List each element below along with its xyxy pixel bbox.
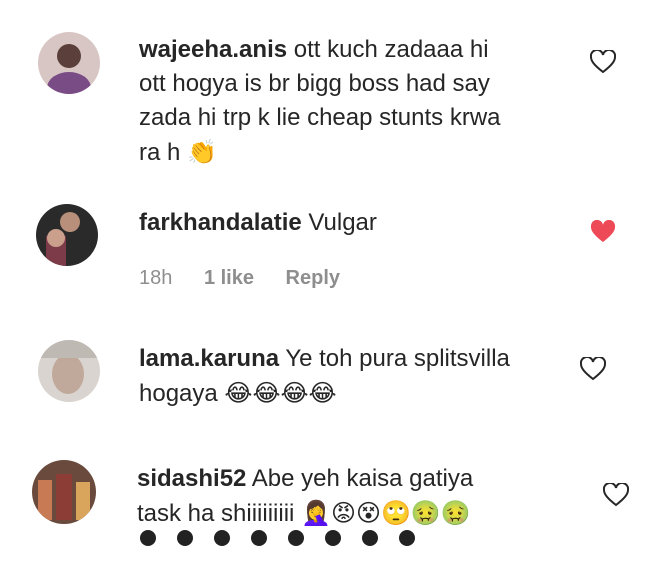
avatar-image [38,32,100,94]
like-heart-icon[interactable] [580,357,606,381]
comment-time: 18h [139,267,173,289]
avatar-image [32,460,96,524]
comment-body: wajeeha.anis ott kuch zadaaa hi ott hogy… [139,33,579,170]
comment-username[interactable]: sidashi52 [137,465,246,492]
comment-text-line2: task ha shiiiiiiiii [137,500,295,527]
comment-text: Abe yeh kaisa gatiya [251,465,474,492]
like-heart-icon[interactable] [590,220,616,244]
comment-text: Ye toh pura splitsvilla [285,345,510,372]
comment-text: Vulgar [308,209,377,236]
comment-text-line2: ott hogya is br bigg boss had say [139,70,490,97]
comment-item: lama.karuna Ye toh pura splitsvilla hoga… [0,320,670,450]
comment-text-line2: hogaya [139,380,218,407]
clapping-emoji: 👏 [187,138,217,166]
comment-item: wajeeha.anis ott kuch zadaaa hi ott hogy… [0,0,670,190]
like-heart-icon[interactable] [603,483,629,507]
comment-body: farkhandalatie Vulgar [139,206,579,240]
reply-button[interactable]: Reply [286,267,340,289]
avatar[interactable] [36,204,98,266]
comment-text-line4: ra h [139,139,181,166]
comment-meta: 18h 1 like Reply [139,267,366,290]
avatar[interactable] [38,32,100,94]
avatar[interactable] [32,460,96,524]
comment-text-line3: zada hi trp k lie cheap stunts krwa [139,104,501,131]
like-heart-icon[interactable] [590,50,616,74]
comment-body: lama.karuna Ye toh pura splitsvilla hoga… [139,342,579,411]
comment-item: sidashi52 Abe yeh kaisa gatiya task ha s… [0,450,670,587]
comment-body: sidashi52 Abe yeh kaisa gatiya task ha s… [137,462,577,531]
likes-count[interactable]: 1 like [204,267,254,289]
laughing-emoji: 😂😂😂😂 [224,379,337,407]
reaction-emojis: 🤦‍♀️😡😵🙄🤢🤢 [301,499,471,527]
avatar-image [38,340,100,402]
comment-item: farkhandalatie Vulgar 18h 1 like Reply [0,190,670,320]
comment-username[interactable]: lama.karuna [139,345,279,372]
avatar[interactable] [38,340,100,402]
avatar-image [36,204,98,266]
comment-username[interactable]: farkhandalatie [139,209,302,236]
comment-username[interactable]: wajeeha.anis [139,36,287,63]
comment-text: ott kuch zadaaa hi [293,36,489,63]
cropped-next-line [140,530,440,546]
